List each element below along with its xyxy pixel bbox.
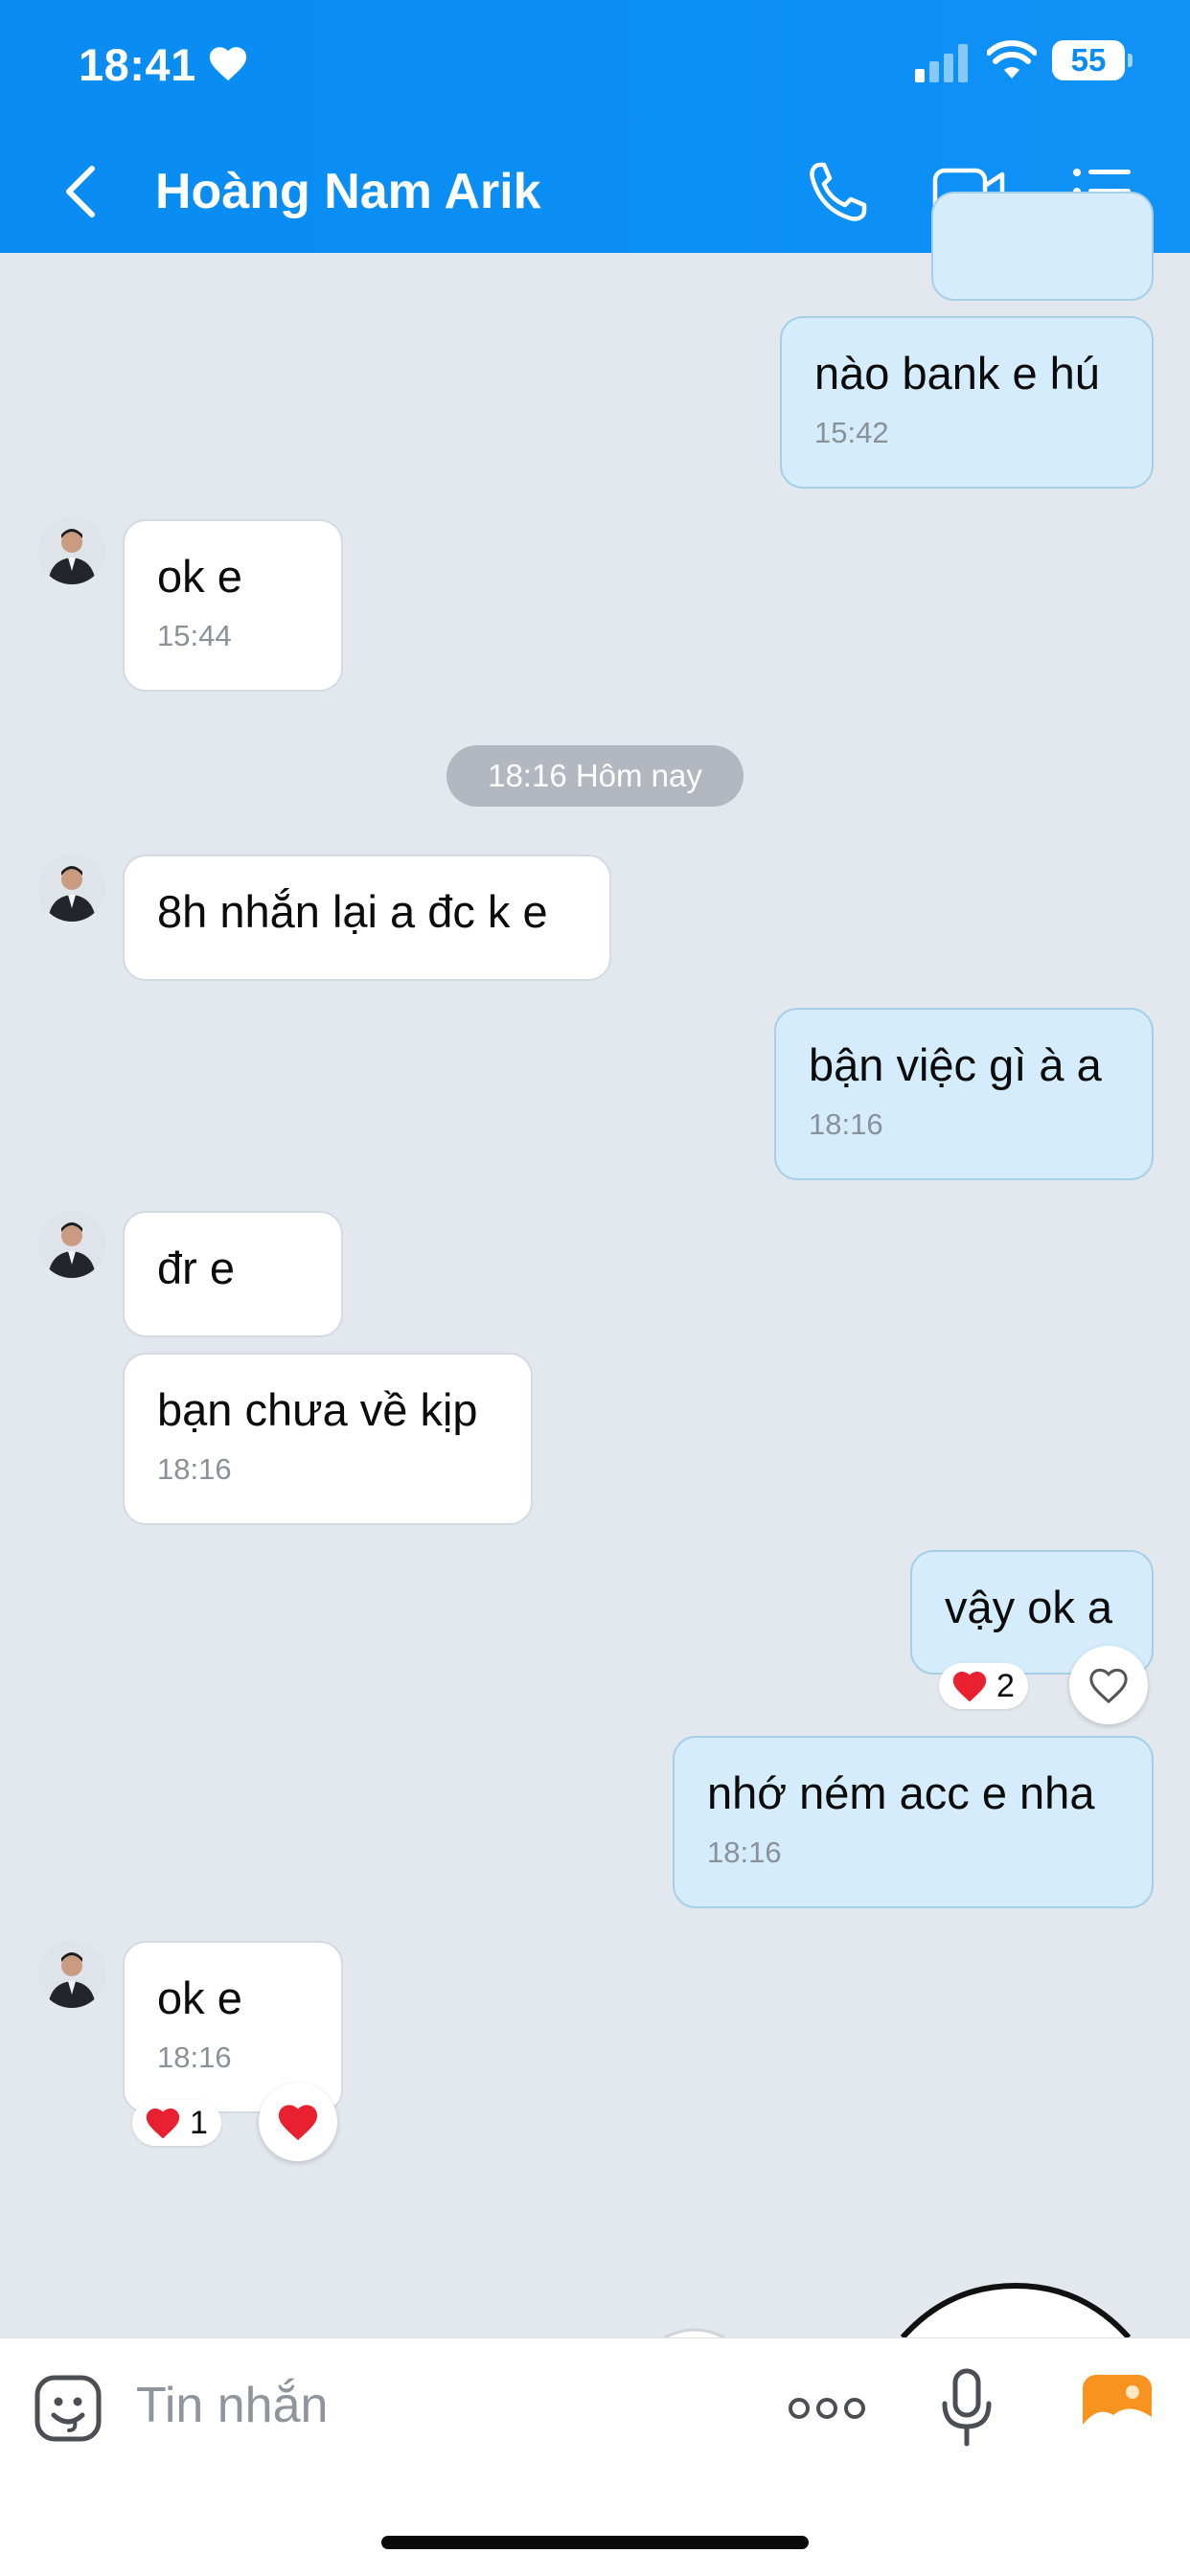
- reaction-count: 2: [996, 1668, 1015, 1704]
- react-heart-button[interactable]: [1069, 1646, 1148, 1724]
- avatar-person-icon: [38, 517, 105, 584]
- phone-icon[interactable]: [801, 155, 874, 228]
- avatar[interactable]: [38, 855, 105, 922]
- message-time: 18:16: [157, 1452, 232, 1486]
- react-heart-button[interactable]: [259, 2083, 337, 2161]
- message-text: 8h nhắn lại a đc k e: [157, 886, 548, 937]
- message-text: bận việc gì à a: [809, 1039, 1102, 1090]
- message-bubble-incoming[interactable]: đr e: [123, 1211, 343, 1337]
- avatar-person-icon: [38, 1941, 105, 2008]
- message-bubble-outgoing[interactable]: nào bank e hú 15:42: [780, 316, 1154, 489]
- heart-outline-icon: [1089, 1668, 1128, 1704]
- home-indicator[interactable]: [381, 2536, 809, 2549]
- sticker-icon[interactable]: [33, 2373, 103, 2444]
- avatar[interactable]: [38, 1211, 105, 1278]
- message-bubble-outgoing[interactable]: nhớ ném acc e nha 18:16: [673, 1736, 1154, 1908]
- avatar-person-icon: [38, 1211, 105, 1278]
- battery-indicator: 55: [1052, 40, 1133, 80]
- composer-bar: Tin nhắn: [0, 2337, 1190, 2576]
- reaction-count-badge[interactable]: 1: [132, 2100, 221, 2146]
- message-text: bạn chưa về kịp: [157, 1384, 478, 1435]
- reaction-count: 1: [190, 2105, 208, 2141]
- message-text: vậy ok a: [945, 1582, 1113, 1632]
- photo-gallery-icon[interactable]: [1081, 2373, 1154, 2442]
- message-text: nhớ ném acc e nha: [707, 1767, 1095, 1818]
- heart-icon: [209, 47, 247, 81]
- avatar-person-icon: [38, 855, 105, 922]
- message-time: 15:42: [814, 416, 889, 449]
- status-time: 18:41: [79, 39, 196, 90]
- message-bubble-incoming[interactable]: ok e 15:44: [123, 519, 343, 692]
- wifi-icon: [987, 40, 1037, 79]
- sticker-partial[interactable]: [891, 2280, 1140, 2337]
- message-bubble-outgoing[interactable]: bận việc gì à a 18:16: [774, 1008, 1154, 1180]
- signal-icon: [915, 44, 968, 82]
- message-text: đr e: [157, 1242, 235, 1293]
- message-input[interactable]: Tin nhắn: [136, 2377, 328, 2434]
- message-text: nào bank e hú: [814, 348, 1100, 399]
- message-bubble-incoming[interactable]: 8h nhắn lại a đc k e: [123, 855, 611, 981]
- back-arrow-icon[interactable]: [59, 163, 102, 220]
- more-dots-icon[interactable]: [788, 2392, 866, 2425]
- heart-reaction-icon: [952, 1671, 987, 1702]
- message-time: 15:44: [157, 619, 232, 652]
- message-text: ok e: [157, 551, 242, 602]
- message-bubble-clipped[interactable]: [931, 192, 1154, 301]
- avatar[interactable]: [38, 1941, 105, 2008]
- message-time: 18:16: [157, 2040, 232, 2074]
- message-bubble-incoming[interactable]: bạn chưa về kịp 18:16: [123, 1353, 533, 1525]
- message-time: 18:16: [809, 1107, 883, 1141]
- message-time: 18:16: [707, 1835, 782, 1869]
- heart-reaction-icon: [146, 2108, 180, 2139]
- reaction-count-badge[interactable]: 2: [939, 1663, 1028, 1709]
- avatar[interactable]: [38, 517, 105, 584]
- microphone-icon[interactable]: [939, 2367, 995, 2450]
- sticker-partial-small: [664, 2328, 725, 2337]
- chat-title[interactable]: Hoàng Nam Arik: [155, 163, 541, 220]
- heart-filled-icon: [278, 2105, 318, 2141]
- message-text: ok e: [157, 1972, 242, 2023]
- date-separator: 18:16 Hôm nay: [446, 745, 744, 807]
